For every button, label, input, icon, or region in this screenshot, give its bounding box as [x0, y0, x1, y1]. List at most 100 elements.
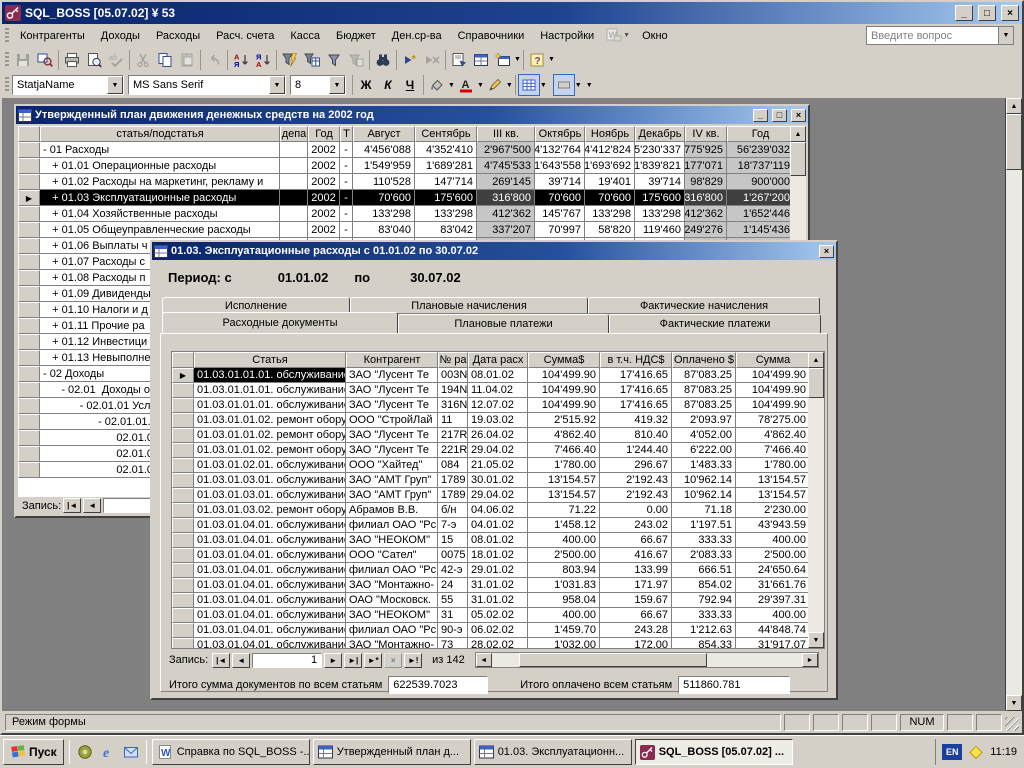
scroll-left-icon[interactable]: ◄	[476, 653, 492, 667]
filter-by-form-icon[interactable]	[301, 49, 323, 71]
last-record-button[interactable]: ►|	[344, 653, 362, 668]
toolbar-grip[interactable]	[5, 52, 9, 68]
row-selector[interactable]	[18, 238, 40, 254]
plan-table-row[interactable]: + 01.01 Операционные расходы2002-1'549'9…	[18, 158, 794, 174]
dropdown-icon[interactable]: ▼	[329, 76, 345, 94]
document-row[interactable]: 01.03.01.01.01. обслуживаниеЗАО "Лусент …	[172, 383, 824, 398]
plan-column-header[interactable]: Ноябрь	[585, 126, 635, 142]
minimize-button[interactable]: _	[955, 5, 973, 21]
row-selector[interactable]	[18, 382, 40, 398]
row-selector[interactable]	[18, 254, 40, 270]
row-selector[interactable]	[18, 398, 40, 414]
line-color-icon[interactable]	[484, 74, 506, 96]
menu-item[interactable]: Расч. счета	[208, 26, 282, 46]
scroll-up-icon[interactable]: ▲	[1006, 98, 1022, 114]
row-selector[interactable]	[18, 190, 40, 206]
expenses-dialog[interactable]: 01.03. Эксплуатационные расходы с 01.01.…	[150, 240, 838, 700]
cancel-button[interactable]: ×	[384, 653, 402, 668]
scrollbar-thumb[interactable]	[808, 368, 824, 398]
document-row[interactable]: 01.03.01.03.01. обслуживаниеЗАО "АМТ Гру…	[172, 488, 824, 503]
scrollbar-thumb[interactable]	[1006, 114, 1022, 170]
font-color-dropdown-icon[interactable]: ▼	[477, 82, 484, 89]
resize-grip[interactable]	[1005, 717, 1019, 731]
font-size-combo[interactable]: 8 ▼	[290, 75, 346, 95]
row-selector[interactable]	[172, 428, 194, 443]
plan-window-titlebar[interactable]: Утвержденный план движения денежных сред…	[16, 106, 808, 124]
row-selector[interactable]	[18, 462, 40, 478]
special-effect-dropdown-icon[interactable]: ▼	[575, 82, 582, 89]
row-selector[interactable]	[172, 458, 194, 473]
ask-dropdown-icon[interactable]: ▼	[998, 27, 1013, 44]
menu-item[interactable]: Ден.ср-ва	[384, 26, 450, 46]
quicklaunch-ie-icon[interactable]: e	[98, 741, 118, 763]
row-selector[interactable]	[18, 446, 40, 462]
row-selector[interactable]	[172, 473, 194, 488]
cut-icon[interactable]	[132, 49, 154, 71]
undo-icon[interactable]	[203, 49, 225, 71]
document-row[interactable]: 01.03.01.04.01. обслуживаниеООО "Сател"0…	[172, 548, 824, 563]
document-row[interactable]: 01.03.01.01.02. ремонт оборудЗАО "Лусент…	[172, 443, 824, 458]
documents-column-header[interactable]: Сумма$	[528, 352, 600, 368]
row-selector[interactable]	[18, 302, 40, 318]
underline-button[interactable]: Ч	[399, 74, 421, 96]
documents-vertical-scrollbar[interactable]: ▲ ▼	[808, 352, 824, 648]
menu-item[interactable]: Настройки	[532, 26, 602, 46]
taskbar-clock[interactable]: 11:19	[990, 746, 1021, 758]
scroll-down-icon[interactable]: ▼	[808, 632, 824, 648]
italic-button[interactable]: К	[377, 74, 399, 96]
special-effect-icon[interactable]	[553, 74, 575, 96]
menu-item[interactable]: Касса	[282, 26, 328, 46]
sort-descending-icon[interactable]: ЯА	[252, 49, 274, 71]
row-selector[interactable]	[18, 174, 40, 190]
new-object-icon[interactable]	[492, 49, 514, 71]
gridlines-icon[interactable]	[518, 74, 540, 96]
plan-column-header[interactable]: Т	[340, 126, 353, 142]
bold-button[interactable]: Ж	[355, 74, 377, 96]
row-selector[interactable]	[172, 608, 194, 623]
toolbar-grip[interactable]	[5, 77, 9, 93]
filter-by-selection-icon[interactable]	[279, 49, 301, 71]
row-selector[interactable]	[172, 383, 194, 398]
goto-record-button[interactable]: ►!	[404, 653, 422, 668]
horizontal-scrollbar[interactable]: ◄ ►	[475, 652, 819, 668]
plan-column-header[interactable]: III кв.	[477, 126, 535, 142]
next-record-button[interactable]: ►	[324, 653, 342, 668]
scroll-up-icon[interactable]: ▲	[790, 126, 806, 142]
document-row[interactable]: 01.03.01.04.01. обслуживаниефилиал ОАО "…	[172, 518, 824, 533]
total-paid-field[interactable]: 511860.781	[678, 676, 790, 694]
fill-color-icon[interactable]	[426, 74, 448, 96]
search-database-icon[interactable]	[34, 49, 56, 71]
row-selector[interactable]	[172, 398, 194, 413]
scroll-up-icon[interactable]: ▲	[808, 352, 824, 368]
period-to-value[interactable]: 30.07.02	[410, 270, 461, 285]
menu-grip[interactable]	[5, 28, 9, 44]
menu-item[interactable]: Расходы	[148, 26, 208, 46]
save-icon[interactable]	[12, 49, 34, 71]
row-selector[interactable]	[18, 318, 40, 334]
quicklaunch-clock-icon[interactable]	[75, 741, 95, 763]
prev-record-button[interactable]: ◄	[232, 653, 250, 668]
new-record-icon[interactable]: *	[399, 49, 421, 71]
row-selector[interactable]	[18, 222, 40, 238]
row-selector[interactable]	[172, 563, 194, 578]
row-selector[interactable]	[18, 334, 40, 350]
document-row[interactable]: 01.03.01.04.01. обслуживаниеЗАО "НЕОКОМ"…	[172, 608, 824, 623]
period-from-value[interactable]: 01.01.02	[278, 270, 329, 285]
plan-column-header[interactable]: Год	[308, 126, 340, 142]
dialog-close-button[interactable]: ×	[819, 245, 834, 258]
toolbar-options-icon[interactable]: ▼	[586, 82, 593, 89]
line-color-dropdown-icon[interactable]: ▼	[506, 82, 513, 89]
row-selector[interactable]	[172, 578, 194, 593]
copy-icon[interactable]	[154, 49, 176, 71]
document-row[interactable]: 01.03.01.04.01. обслуживаниеЗАО "НЕОКОМ"…	[172, 533, 824, 548]
document-row[interactable]: 01.03.01.03.02. ремонт оборудАбрамов В.В…	[172, 503, 824, 518]
font-color-icon[interactable]: А	[455, 74, 477, 96]
plan-column-header[interactable]: статья/подстатья	[40, 126, 280, 142]
menu-item[interactable]: Доходы	[93, 26, 148, 46]
tab[interactable]: Расходные документы	[162, 312, 398, 333]
row-selector[interactable]	[18, 286, 40, 302]
row-selector[interactable]	[18, 270, 40, 286]
scrollbar-thumb[interactable]	[519, 653, 707, 667]
dropdown-icon[interactable]: ▼	[107, 76, 123, 94]
apply-filter-icon[interactable]	[345, 49, 367, 71]
